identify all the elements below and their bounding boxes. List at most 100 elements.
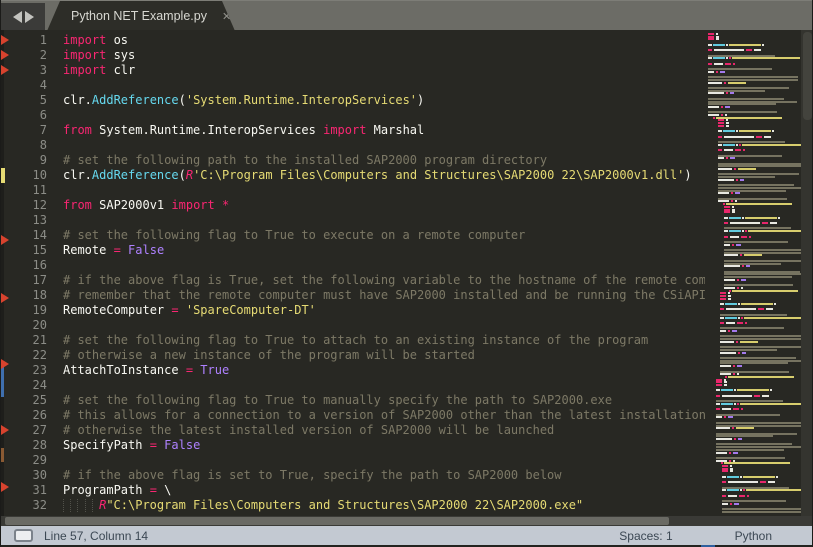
- minimap-line: [722, 511, 801, 513]
- modified-line-arrow-icon: [1, 293, 9, 303]
- code-line[interactable]: 9# set the following path to the install…: [1, 153, 705, 168]
- minimap-line: [720, 330, 738, 332]
- indent-guide: [85, 499, 92, 512]
- minimap-line: [716, 381, 728, 383]
- minimap-line: [708, 55, 776, 57]
- horizontal-scrollbar[interactable]: [1, 516, 812, 526]
- code-line[interactable]: 30# if the above flag is set to True, sp…: [1, 468, 705, 483]
- back-arrow-icon[interactable]: [13, 11, 22, 23]
- minimap-line: [708, 87, 790, 89]
- minimap-line: [708, 98, 785, 100]
- minimap-line: [708, 82, 747, 84]
- code-line[interactable]: 10clr.AddReference(R'C:\Program Files\Co…: [1, 168, 705, 183]
- minimap-line: [718, 141, 786, 143]
- minimap-line: [720, 308, 774, 310]
- code-line[interactable]: 31ProgramPath = \: [1, 483, 705, 498]
- minimap-line: [720, 352, 747, 354]
- minimap-line: [724, 284, 794, 286]
- minimap-line: [720, 298, 732, 300]
- code-line[interactable]: 32R"C:\Program Files\Computers and Struc…: [1, 498, 705, 513]
- minimap-line: [724, 252, 801, 254]
- code-line[interactable]: 3import clr: [1, 63, 705, 78]
- minimap-line: [708, 106, 731, 108]
- minimap-line: [718, 144, 801, 146]
- modified-line-arrow-icon: [1, 425, 9, 435]
- code-line[interactable]: 5clr.AddReference('System.Runtime.Intero…: [1, 93, 705, 108]
- code-line[interactable]: 28SpecifyPath = False: [1, 438, 705, 453]
- code-line[interactable]: 15Remote = False: [1, 243, 705, 258]
- minimap-line: [722, 503, 740, 505]
- minimap-line: [724, 244, 742, 246]
- code-line[interactable]: 2import sys: [1, 48, 705, 63]
- minimap-line: [722, 487, 790, 489]
- minimap-line: [708, 36, 720, 38]
- code-line[interactable]: 17# if the above flag is True, set the f…: [1, 273, 705, 288]
- vertical-scrollbar-thumb[interactable]: [803, 32, 812, 120]
- minimap-line: [722, 489, 801, 491]
- code-region[interactable]: 1import os2import sys3import clr45clr.Ad…: [1, 30, 705, 516]
- code-line[interactable]: 8: [1, 138, 705, 153]
- minimap-line: [718, 173, 800, 175]
- minimap-line: [718, 125, 730, 127]
- code-line[interactable]: 18# remember that the remote computer mu…: [1, 288, 705, 303]
- minimap-line: [716, 449, 785, 451]
- code-line[interactable]: 20: [1, 318, 705, 333]
- code-line[interactable]: 1import os: [1, 33, 705, 48]
- close-icon[interactable]: ✕: [222, 10, 231, 23]
- code-line[interactable]: 14# set the following flag to True to ex…: [1, 228, 705, 243]
- indent-guide: [70, 499, 77, 512]
- minimap-line: [722, 465, 733, 467]
- code-line[interactable]: 19RemoteComputer = 'SpareComputer-DT': [1, 303, 705, 318]
- minimap-line: [722, 508, 801, 510]
- minimap-line: [716, 435, 774, 437]
- minimap-line: [718, 119, 729, 121]
- minimap-line: [718, 203, 793, 205]
- indent-guide: [77, 499, 84, 512]
- minimap-line: [708, 103, 777, 105]
- code-line[interactable]: 11: [1, 183, 705, 198]
- minimap-line: [716, 457, 786, 459]
- code-line[interactable]: 26# this allows for a connection to a ve…: [1, 408, 705, 423]
- code-line[interactable]: 16: [1, 258, 705, 273]
- code-line[interactable]: 29: [1, 453, 705, 468]
- status-panel-icon[interactable]: [14, 529, 33, 542]
- minimap-line: [724, 236, 752, 238]
- code-line[interactable]: 13: [1, 213, 705, 228]
- code-line[interactable]: 23AttachToInstance = True: [1, 363, 705, 378]
- minimap-line: [718, 163, 801, 165]
- minimap-line: [708, 114, 728, 116]
- tab-python-net-example[interactable]: Python NET Example.py ✕: [47, 1, 235, 31]
- vertical-scrollbar[interactable]: [801, 30, 813, 516]
- code-line[interactable]: 24: [1, 378, 705, 393]
- minimap-line: [724, 260, 801, 262]
- code-line[interactable]: 12from SAP2000v1 import *: [1, 198, 705, 213]
- minimap-line: [724, 249, 801, 251]
- minimap-line: [722, 500, 787, 502]
- sublime-window: Python NET Example.py ✕ 1import os2impor…: [0, 0, 813, 547]
- syntax-selector[interactable]: Python: [735, 529, 772, 543]
- code-line[interactable]: 4: [1, 78, 705, 93]
- minimap-line: [718, 187, 801, 189]
- code-line[interactable]: 6: [1, 108, 705, 123]
- minimap-line: [720, 341, 759, 343]
- minimap-line: [718, 176, 776, 178]
- code-line[interactable]: 27# otherwise the latest installed versi…: [1, 423, 705, 438]
- minimap-line: [716, 379, 727, 381]
- modified-line-arrow-icon: [1, 35, 9, 45]
- minimap-line: [720, 327, 785, 329]
- code-line[interactable]: 21# set the following flag to True to at…: [1, 333, 705, 348]
- code-line[interactable]: 22# otherwise a new instance of the prog…: [1, 348, 705, 363]
- indent-guide: [92, 499, 99, 512]
- minimap-line: [720, 346, 801, 348]
- code-line[interactable]: 7from System.Runtime.InteropServices imp…: [1, 123, 705, 138]
- modified-line-arrow-icon: [1, 482, 9, 492]
- code-line[interactable]: 25# set the following flag to True to ma…: [1, 393, 705, 408]
- minimap-line: [724, 287, 744, 289]
- minimap-line: [716, 433, 798, 435]
- minimap-line: [720, 373, 740, 375]
- forward-arrow-icon[interactable]: [25, 11, 34, 23]
- horizontal-scrollbar-thumb[interactable]: [5, 517, 669, 525]
- minimap-line: [716, 395, 770, 397]
- minimap[interactable]: [705, 30, 801, 516]
- indentation-setting[interactable]: Spaces: 1: [619, 529, 672, 543]
